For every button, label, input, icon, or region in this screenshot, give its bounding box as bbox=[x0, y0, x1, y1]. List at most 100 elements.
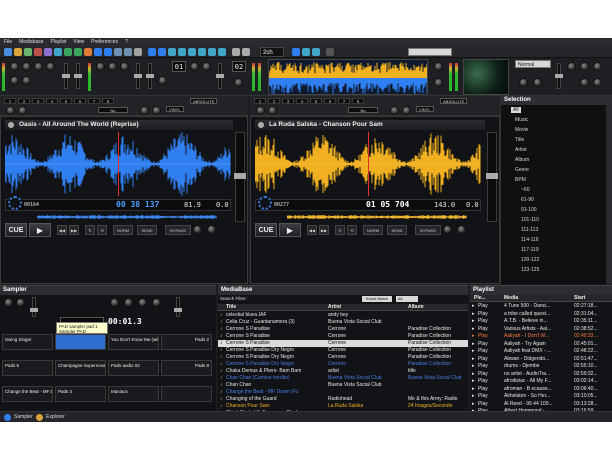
table-row[interactable]: ▸ Play Akhelaton - So Her... 03:10:05... bbox=[470, 393, 612, 400]
sampler-tab[interactable]: Sampler bbox=[14, 414, 33, 420]
table-row[interactable]: Celia Cruz - Guantanamera (3) Buena Vista… bbox=[218, 319, 468, 326]
deck-2-icon[interactable] bbox=[158, 48, 166, 56]
deck-5-icon[interactable] bbox=[188, 48, 196, 56]
fx-knob[interactable] bbox=[22, 76, 31, 85]
deck-right-send-button[interactable]: SEND bbox=[387, 225, 407, 235]
deck-left-send-button[interactable]: SEND bbox=[137, 225, 157, 235]
balance-knob[interactable] bbox=[158, 76, 167, 85]
deck-left-play-button[interactable]: ▶ bbox=[29, 223, 51, 237]
deck-right-forward-button[interactable]: ▶▶ bbox=[319, 225, 329, 235]
table-row[interactable]: Change the Beat - MF Doom (Fz ♪ bbox=[218, 389, 468, 396]
search-scope-select[interactable]: All bbox=[396, 296, 418, 302]
effect-4-knob[interactable] bbox=[593, 78, 602, 87]
sampler-master-fader[interactable] bbox=[174, 297, 182, 317]
loop-length-select[interactable]: No bbox=[98, 107, 128, 113]
sampler-tab-icon[interactable] bbox=[4, 414, 11, 421]
deck-left-mini-waveform[interactable] bbox=[37, 213, 217, 221]
effects-icon[interactable] bbox=[84, 48, 92, 56]
table-row[interactable]: ▸ Play Aaliyah feat DMX - ... 02:48:22... bbox=[470, 348, 612, 355]
hotcue-7[interactable]: 7 bbox=[88, 98, 100, 104]
loop-length-select-right[interactable]: No bbox=[348, 107, 378, 113]
booth-fader[interactable] bbox=[555, 63, 563, 89]
table-row[interactable]: ▸ Play Al Reed - 99 44 100... 03:13:28... bbox=[470, 401, 612, 408]
sampler-icon[interactable] bbox=[114, 48, 122, 56]
table-row[interactable]: Cerrone S Paradise Dry Negro Cerrone Parad… bbox=[218, 361, 468, 368]
network-icon[interactable] bbox=[54, 48, 62, 56]
selection-item[interactable]: Artist bbox=[515, 147, 526, 153]
cd-icon[interactable] bbox=[124, 48, 132, 56]
hotcue-2-right[interactable]: 2 bbox=[268, 98, 280, 104]
mid-knob[interactable] bbox=[34, 62, 43, 71]
hotcue-1-right[interactable]: 1 bbox=[254, 98, 266, 104]
selection-item[interactable]: 61-90 bbox=[521, 197, 534, 203]
selection-item[interactable]: ~60 bbox=[521, 187, 529, 193]
cue-mix-knob[interactable] bbox=[96, 62, 105, 71]
table-row[interactable]: Chanson Pour Sam La Ruda Salska 24 Images/… bbox=[218, 403, 468, 410]
sampler-pad[interactable]: Pads 8 bbox=[161, 360, 212, 376]
selection-item[interactable]: 114-116 bbox=[521, 237, 539, 243]
master-knob[interactable] bbox=[120, 62, 129, 71]
layout-icon[interactable] bbox=[134, 48, 142, 56]
column-media[interactable]: Media bbox=[504, 295, 518, 302]
effect-2-knob[interactable] bbox=[533, 78, 542, 87]
channel-fader-2[interactable] bbox=[74, 63, 82, 89]
list-icon[interactable] bbox=[242, 48, 250, 56]
folder-icon[interactable] bbox=[14, 48, 22, 56]
save-icon[interactable] bbox=[24, 48, 32, 56]
sampler-pad[interactable]: Swing Singer bbox=[2, 334, 53, 350]
menu-file[interactable]: File bbox=[4, 39, 12, 45]
deck-6-icon[interactable] bbox=[198, 48, 206, 56]
pause-icon[interactable] bbox=[326, 48, 334, 56]
monitor-knob[interactable] bbox=[580, 62, 589, 71]
right-fx-knob-4[interactable] bbox=[402, 106, 411, 115]
selection-item[interactable]: 120-122 bbox=[521, 257, 539, 263]
deck-left-pitch-fader[interactable] bbox=[234, 132, 246, 222]
sampler-fx-knob-4[interactable] bbox=[152, 298, 161, 307]
column-start[interactable]: Start bbox=[574, 295, 585, 302]
deck-3-icon[interactable] bbox=[168, 48, 176, 56]
sampler-pad[interactable]: Pads 4 bbox=[55, 386, 106, 402]
channel-fader-5[interactable] bbox=[216, 63, 224, 89]
table-row[interactable]: Cerrone S Paradise Dry Negro Cerrone Parad… bbox=[218, 354, 468, 361]
selection-item[interactable]: Album bbox=[515, 157, 529, 163]
selection-item[interactable]: BPM bbox=[515, 177, 526, 183]
deck-left-cue-button[interactable]: CUE bbox=[5, 223, 27, 237]
effect-1-knob[interactable] bbox=[519, 78, 528, 87]
gain-knob[interactable] bbox=[10, 62, 19, 71]
hotcue-5-right[interactable]: 5 bbox=[310, 98, 322, 104]
column-state[interactable]: Ple... bbox=[474, 295, 486, 302]
table-row[interactable]: celestial blues.IAF andy bey ♪ bbox=[218, 312, 468, 319]
open-icon[interactable] bbox=[4, 48, 12, 56]
selection-item[interactable]: Movie bbox=[515, 127, 528, 133]
quick-search-input[interactable] bbox=[408, 48, 452, 56]
record-icon[interactable] bbox=[34, 48, 42, 56]
table-row[interactable]: ▸ Play Aaliyah - I Don't W... 02:40:33... bbox=[470, 333, 612, 340]
hotcue-7-right[interactable]: 7 bbox=[338, 98, 350, 104]
hotcue-6[interactable]: 6 bbox=[74, 98, 86, 104]
sampler-pad[interactable]: You Don't Know Me (with drums bbox=[108, 334, 159, 350]
table-row[interactable]: ▸ Play no artist - AudioTra... 02:59:32... bbox=[470, 371, 612, 378]
deck-left-sync-button[interactable]: ↻ bbox=[85, 225, 95, 235]
table-row[interactable]: Chaka Demus & Pliers- Bam Bam artist title… bbox=[218, 368, 468, 375]
table-row[interactable]: ▸ Play Abwan - Didgerido... 02:51:47... bbox=[470, 356, 612, 363]
deck-7-icon[interactable] bbox=[208, 48, 216, 56]
deck-right-rewind-button[interactable]: ◀◀ bbox=[307, 225, 317, 235]
menu-mediabase[interactable]: Mediabase bbox=[19, 39, 43, 45]
sync-icon[interactable] bbox=[74, 48, 82, 56]
sampler-pad[interactable]: Change the Beat - MF Doom (Fz bbox=[2, 386, 53, 402]
sampler-fx-knob-3[interactable] bbox=[138, 298, 147, 307]
deck-count-select[interactable]: 2ch bbox=[260, 47, 284, 57]
booth-knob[interactable] bbox=[567, 62, 576, 71]
deck-right-loop-button[interactable]: ⟲ bbox=[347, 225, 357, 235]
mic-knob[interactable] bbox=[434, 62, 443, 71]
table-row[interactable]: Cerrone S Paradise Cerrone Paradise Collec… bbox=[218, 333, 468, 340]
left-fx-knob-2[interactable] bbox=[18, 106, 27, 115]
sampler-pad[interactable]: Pads 6 bbox=[2, 360, 53, 376]
vinyl-mode-label[interactable]: VINYL bbox=[166, 106, 184, 112]
deck-left-loop-button[interactable]: ⟲ bbox=[97, 225, 107, 235]
absolute-mode-label[interactable]: ABSOLUTE bbox=[190, 98, 218, 104]
deck-left-rewind-button[interactable]: ◀◀ bbox=[57, 225, 67, 235]
table-row[interactable]: ▸ Play 4 Tune 500 - Danci... 02:27:18... bbox=[470, 303, 612, 310]
hotcue-6-right[interactable]: 6 bbox=[324, 98, 336, 104]
selection-item[interactable]: Genre bbox=[515, 167, 529, 173]
